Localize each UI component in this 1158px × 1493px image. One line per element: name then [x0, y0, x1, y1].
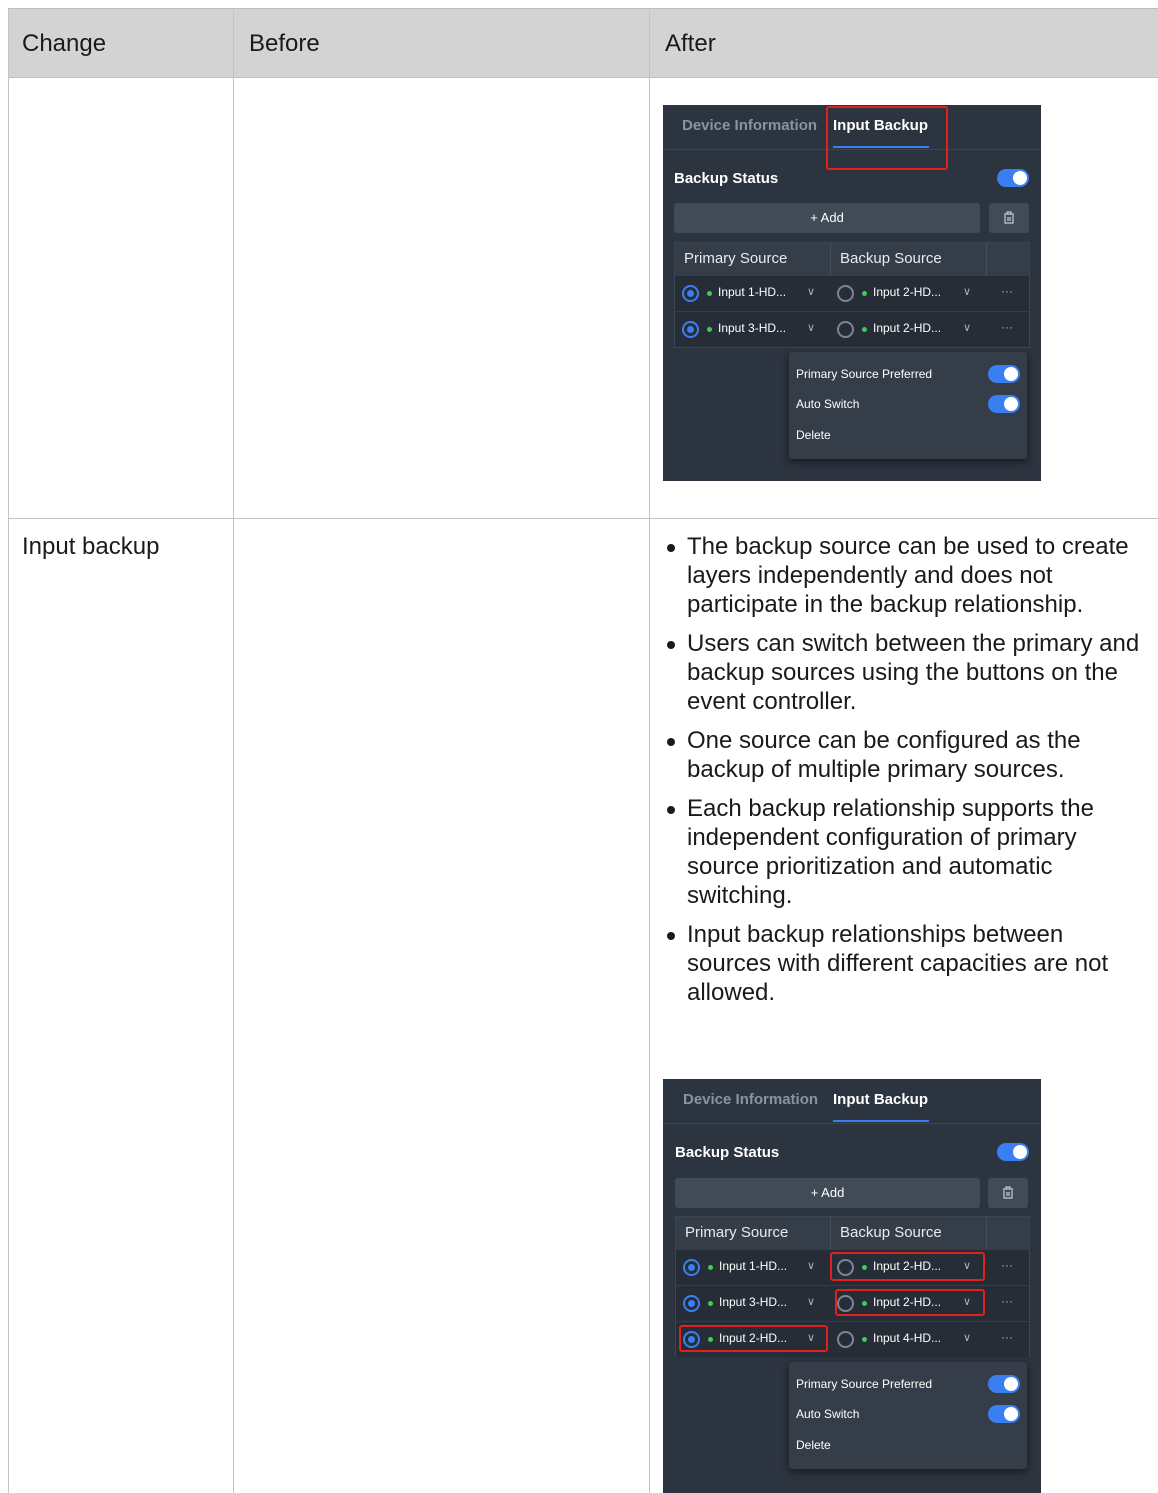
backup-radio[interactable] — [837, 285, 854, 302]
trash-icon — [1004, 211, 1014, 224]
bullet-item: One source can be configured as the back… — [665, 726, 1145, 784]
status-dot — [708, 1265, 713, 1270]
backup-status-toggle[interactable] — [997, 169, 1029, 187]
col-primary-source: Primary Source — [684, 250, 788, 267]
menu-delete[interactable]: Delete — [796, 428, 831, 442]
backup-grid: Primary Source Backup Source Input 1-HD.… — [674, 242, 1030, 348]
col-backup-source: Backup Source — [840, 1224, 942, 1241]
table-row[interactable]: Input 1-HD... ∨ Input 2-HD... ∨ ··· — [676, 1249, 1029, 1285]
add-button[interactable]: + Add — [674, 203, 980, 233]
menu-auto-switch[interactable]: Auto Switch — [796, 397, 859, 411]
highlight-box — [830, 1252, 985, 1281]
input-backup-screenshot-1: Device Information Input Backup Backup S… — [663, 105, 1041, 481]
highlight-box — [835, 1289, 985, 1316]
column-divider-1 — [233, 8, 234, 1493]
primary-source-select[interactable]: Input 3-HD... — [719, 1295, 787, 1309]
tab-bar: Device Information Input Backup — [663, 1079, 1041, 1124]
table-row[interactable]: Input 2-HD... ∨ Input 4-HD... ∨ ··· — [676, 1321, 1029, 1357]
primary-radio[interactable] — [683, 1259, 700, 1276]
highlight-box — [679, 1325, 828, 1352]
delete-all-button[interactable] — [989, 203, 1029, 233]
table-row[interactable]: Input 1-HD... ∨ Input 2-HD... ∨ ··· — [675, 275, 1029, 311]
grid-col-sep — [830, 1217, 831, 1249]
menu-primary-source-preferred[interactable]: Primary Source Preferred — [796, 1377, 932, 1391]
menu-auto-switch[interactable]: Auto Switch — [796, 1407, 859, 1421]
delete-all-button[interactable] — [988, 1178, 1028, 1208]
table-row[interactable]: Input 3-HD... ∨ Input 2-HD... ∨ ··· — [675, 311, 1029, 347]
status-dot — [708, 1301, 713, 1306]
bullet-item: The backup source can be used to create … — [665, 532, 1145, 619]
row-context-menu: Primary Source Preferred Auto Switch Del… — [789, 352, 1027, 459]
table-border-left — [8, 8, 9, 1493]
status-dot — [707, 291, 712, 296]
bullet-item: Input backup relationships between sourc… — [665, 920, 1145, 1007]
status-dot — [862, 291, 867, 296]
table-header: Change Before After — [8, 8, 1158, 78]
chevron-down-icon[interactable]: ∨ — [963, 321, 971, 334]
chevron-down-icon[interactable]: ∨ — [807, 285, 815, 298]
auto-switch-toggle[interactable] — [988, 1405, 1020, 1423]
primary-radio[interactable] — [682, 285, 699, 302]
primary-source-select[interactable]: Input 3-HD... — [718, 321, 786, 335]
chevron-down-icon[interactable]: ∨ — [963, 1331, 971, 1344]
grid-col-sep — [830, 243, 831, 275]
chevron-down-icon[interactable]: ∨ — [807, 321, 815, 334]
backup-source-select[interactable]: Input 2-HD... — [873, 321, 941, 335]
backup-grid: Primary Source Backup Source Input 1-HD.… — [675, 1216, 1030, 1357]
bullet-list: The backup source can be used to create … — [665, 532, 1145, 1017]
col-backup-source: Backup Source — [840, 250, 942, 267]
chevron-down-icon[interactable]: ∨ — [807, 1295, 815, 1308]
tab-device-information[interactable]: Device Information — [683, 1091, 818, 1108]
bullet-item: Users can switch between the primary and… — [665, 629, 1145, 716]
backup-source-select[interactable]: Input 2-HD... — [873, 285, 941, 299]
highlight-box — [826, 106, 948, 170]
tab-device-information[interactable]: Device Information — [682, 117, 817, 134]
active-tab-indicator — [833, 1120, 929, 1122]
menu-delete[interactable]: Delete — [796, 1438, 831, 1452]
tab-input-backup[interactable]: Input Backup — [833, 1091, 928, 1108]
grid-header: Primary Source Backup Source — [676, 1217, 1029, 1249]
primary-source-select[interactable]: Input 1-HD... — [719, 1259, 787, 1273]
trash-icon — [1003, 1186, 1013, 1199]
row-divider — [8, 518, 1158, 519]
more-icon[interactable]: ··· — [1001, 284, 1013, 298]
primary-preferred-toggle[interactable] — [988, 1375, 1020, 1393]
backup-source-select[interactable]: Input 4-HD... — [873, 1331, 941, 1345]
add-button[interactable]: + Add — [675, 1178, 980, 1208]
col-primary-source: Primary Source — [685, 1224, 789, 1241]
primary-radio[interactable] — [683, 1295, 700, 1312]
backup-radio[interactable] — [837, 1331, 854, 1348]
status-dot — [862, 327, 867, 332]
more-icon[interactable]: ··· — [1001, 1330, 1013, 1344]
backup-radio[interactable] — [837, 321, 854, 338]
primary-radio[interactable] — [682, 321, 699, 338]
header-change: Change — [22, 30, 107, 57]
backup-status-toggle[interactable] — [997, 1143, 1029, 1161]
row-change-label: Input backup — [22, 533, 160, 560]
chevron-down-icon[interactable]: ∨ — [807, 1259, 815, 1272]
more-icon[interactable]: ··· — [1001, 1258, 1013, 1272]
grid-header: Primary Source Backup Source — [675, 243, 1029, 275]
more-icon[interactable]: ··· — [1001, 320, 1013, 334]
status-dot — [707, 327, 712, 332]
chevron-down-icon[interactable]: ∨ — [963, 285, 971, 298]
backup-status-label: Backup Status — [674, 170, 779, 187]
table-row[interactable]: Input 3-HD... ∨ Input 2-HD... ∨ ··· — [676, 1285, 1029, 1321]
header-after: After — [665, 30, 716, 57]
more-icon[interactable]: ··· — [1001, 1294, 1013, 1308]
primary-source-select[interactable]: Input 1-HD... — [718, 285, 786, 299]
bullet-item: Each backup relationship supports the in… — [665, 794, 1145, 910]
header-before: Before — [249, 30, 320, 57]
auto-switch-toggle[interactable] — [988, 395, 1020, 413]
input-backup-screenshot-2: Device Information Input Backup Backup S… — [663, 1079, 1041, 1493]
menu-primary-source-preferred[interactable]: Primary Source Preferred — [796, 367, 932, 381]
status-dot — [862, 1337, 867, 1342]
backup-status-label: Backup Status — [675, 1144, 780, 1161]
primary-preferred-toggle[interactable] — [988, 365, 1020, 383]
row-context-menu: Primary Source Preferred Auto Switch Del… — [789, 1362, 1027, 1469]
column-divider-2 — [649, 8, 650, 1493]
